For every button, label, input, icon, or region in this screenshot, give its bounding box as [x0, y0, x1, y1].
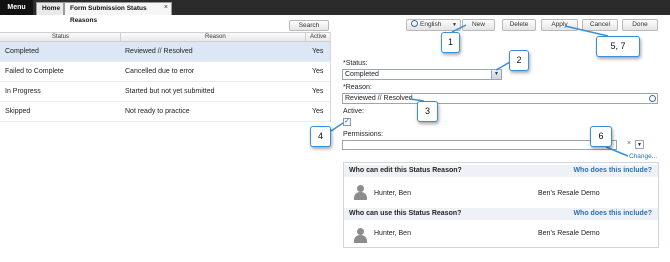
table-row[interactable]: In Progress Started but not yet submitte… [0, 82, 330, 102]
tab-close-icon[interactable]: × [164, 2, 168, 14]
cell-status: Skipped [5, 108, 31, 115]
language-label: English [420, 21, 442, 28]
cell-status: Completed [5, 48, 39, 55]
cancel-button[interactable]: Cancel [582, 19, 618, 31]
active-checkbox[interactable]: ✓ [343, 118, 351, 126]
reason-field[interactable]: Reviewed // Resolved [342, 93, 658, 104]
chevron-down-icon[interactable]: ▼ [635, 140, 644, 149]
delete-button[interactable]: Delete [502, 19, 536, 31]
callout-5-7: 5, 7 [596, 36, 640, 57]
change-permissions-link[interactable]: Change... [629, 153, 657, 160]
tab-home[interactable]: Home [36, 2, 64, 15]
cell-active: Yes [312, 48, 324, 55]
reason-value: Reviewed // Resolved [345, 95, 413, 102]
use-permissions-header: Who can use this Status Reason? Who does… [344, 208, 658, 220]
who-does-this-include-link[interactable]: Who does this include? [573, 167, 652, 174]
person-avatar-icon [353, 228, 367, 244]
cell-reason: Cancelled due to error [125, 68, 195, 75]
column-header-status[interactable]: Status [52, 34, 69, 40]
edit-permissions-header: Who can edit this Status Reason? Who doe… [344, 165, 658, 177]
cell-reason: Not ready to practice [125, 108, 190, 115]
search-button[interactable]: Search [289, 20, 329, 31]
callout-3: 3 [417, 101, 438, 122]
status-field[interactable]: Completed ▼ [342, 69, 502, 80]
who-does-this-include-link[interactable]: Who does this include? [573, 210, 652, 217]
grid-header: Status Reason Active [0, 32, 330, 42]
column-divider [305, 33, 306, 42]
cell-status: Failed to Complete [5, 68, 64, 75]
status-value: Completed [345, 71, 379, 78]
column-divider [120, 33, 121, 42]
active-label: Active: [343, 108, 365, 115]
dropdown-caret-icon: ▼ [452, 22, 457, 28]
callout-arrow-4 [330, 122, 344, 132]
use-group-name: Ben's Resale Demo [538, 230, 600, 237]
apply-button[interactable]: Apply [541, 19, 578, 31]
status-label: *Status: [343, 60, 368, 67]
cell-status: In Progress [5, 88, 41, 95]
use-user-name: Hunter, Ben [374, 230, 411, 237]
reason-label: *Reason: [343, 84, 372, 91]
permissions-field[interactable] [342, 140, 617, 150]
cell-reason: Reviewed // Resolved [125, 48, 193, 55]
chevron-down-icon[interactable]: ▼ [491, 70, 501, 79]
callout-6: 6 [590, 126, 612, 147]
table-row[interactable]: Failed to Complete Cancelled due to erro… [0, 62, 330, 82]
edit-group-name: Ben's Resale Demo [538, 190, 600, 197]
person-avatar-icon [353, 185, 367, 201]
tab-form-label: Form Submission Status Reasons [70, 5, 147, 24]
translate-globe-icon[interactable] [649, 95, 656, 102]
cell-active: Yes [312, 108, 324, 115]
tab-form-submission-status-reasons[interactable]: Form Submission Status Reasons × [64, 2, 172, 24]
clear-icon[interactable]: × [627, 140, 631, 147]
globe-icon [411, 20, 418, 27]
done-button[interactable]: Done [622, 19, 658, 31]
new-button[interactable]: New [462, 19, 495, 31]
table-row[interactable]: Skipped Not ready to practice Yes [0, 102, 330, 122]
cell-reason: Started but not yet submitted [125, 88, 215, 95]
callout-2: 2 [509, 50, 529, 71]
callout-4: 4 [310, 126, 331, 147]
permissions-label: Permissions: [343, 131, 384, 138]
language-select[interactable]: English ▼ [406, 19, 461, 31]
cell-active: Yes [312, 68, 324, 75]
use-permissions-title: Who can use this Status Reason? [349, 210, 462, 217]
edit-user-name: Hunter, Ben [374, 190, 411, 197]
table-row[interactable]: Completed Reviewed // Resolved Yes [0, 42, 330, 62]
cell-active: Yes [312, 88, 324, 95]
status-reasons-grid: Status Reason Active Completed Reviewed … [0, 32, 331, 122]
column-header-active[interactable]: Active [310, 34, 326, 40]
tab-home-label: Home [42, 5, 61, 12]
callout-1: 1 [441, 32, 460, 53]
permissions-summary: Who can edit this Status Reason? Who doe… [343, 162, 659, 248]
top-bar: Menu Home Form Submission Status Reasons… [0, 0, 670, 24]
edit-permissions-title: Who can edit this Status Reason? [349, 167, 462, 174]
column-header-reason[interactable]: Reason [205, 34, 226, 40]
menu-button[interactable]: Menu [0, 0, 33, 15]
